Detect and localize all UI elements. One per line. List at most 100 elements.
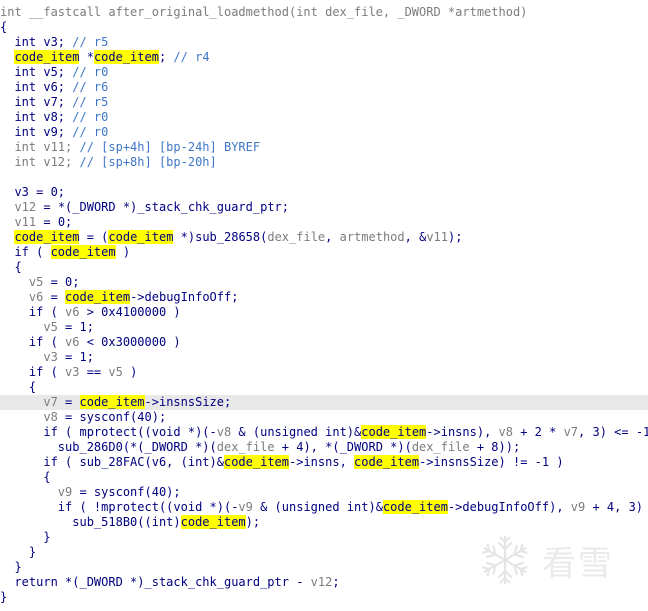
code-token[interactable]: v9 <box>238 500 252 514</box>
code-line[interactable]: v8 = sysconf(40); <box>0 410 648 425</box>
code-token: if ( <box>0 335 66 349</box>
code-token[interactable]: dex_file <box>217 440 275 454</box>
code-line[interactable]: if ( mprotect((void *)(-v8 & (unsigned i… <box>0 425 648 440</box>
code-token: if ( <box>0 245 51 259</box>
code-line[interactable]: if ( code_item ) <box>0 245 648 260</box>
code-token[interactable]: v3 <box>43 350 57 364</box>
code-token: ->insns), <box>426 425 499 439</box>
code-token[interactable]: int __fastcall after_original_loadmethod… <box>0 5 527 19</box>
code-token[interactable]: dex_file <box>412 440 470 454</box>
pseudocode-view[interactable]: int __fastcall after_original_loadmethod… <box>0 0 648 611</box>
code-line[interactable] <box>0 170 648 185</box>
code-token[interactable]: v3 <box>65 365 79 379</box>
code-token[interactable]: v5 <box>29 275 43 289</box>
code-token[interactable]: v6 <box>65 335 79 349</box>
code-token: { <box>0 380 37 394</box>
code-line[interactable]: code_item *code_item; // r4 <box>0 50 648 65</box>
code-line[interactable]: { <box>0 470 648 485</box>
code-line[interactable]: int __fastcall after_original_loadmethod… <box>0 5 648 20</box>
code-token[interactable]: v6 <box>65 305 79 319</box>
code-token[interactable]: v6 <box>29 290 43 304</box>
code-token: } <box>0 590 8 604</box>
code-line[interactable]: { <box>0 260 648 275</box>
code-line[interactable]: v9 = sysconf(40); <box>0 485 648 500</box>
code-line[interactable]: if ( v6 < 0x3000000 ) <box>0 335 648 350</box>
code-token: sub_286D0(*(_DWORD *)( <box>0 440 217 454</box>
code-line[interactable]: int v6; // r6 <box>0 80 648 95</box>
code-line[interactable]: v12 = *(_DWORD *)_stack_chk_guard_ptr; <box>0 200 648 215</box>
code-token[interactable]: v8 <box>499 425 513 439</box>
code-token[interactable]: int v11; <box>0 140 79 154</box>
highlighted-identifier[interactable]: code_item <box>14 230 80 244</box>
code-token[interactable]: v8 <box>217 425 231 439</box>
code-line[interactable]: int v9; // r0 <box>0 125 648 140</box>
code-comment: // r5 <box>72 35 109 49</box>
code-line[interactable]: { <box>0 20 648 35</box>
highlighted-identifier[interactable]: code_item <box>223 455 289 469</box>
code-token[interactable]: dex_file <box>267 230 325 244</box>
code-token: ) <box>122 365 138 379</box>
code-line[interactable]: v11 = 0; <box>0 215 648 230</box>
code-token: + 2 * <box>512 425 564 439</box>
code-line[interactable]: v3 = 0; <box>0 185 648 200</box>
code-line[interactable]: if ( v6 > 0x4100000 ) <box>0 305 648 320</box>
code-token[interactable]: v5 <box>108 365 122 379</box>
code-line[interactable]: int v12; // [sp+8h] [bp-20h] <box>0 155 648 170</box>
code-line[interactable]: if ( sub_28FAC(v6, (int)&code_item->insn… <box>0 455 648 470</box>
code-token[interactable]: v5 <box>43 320 57 334</box>
code-token: ); <box>245 515 261 529</box>
code-line[interactable]: code_item = (code_item *)sub_28658(dex_f… <box>0 230 648 245</box>
code-token[interactable]: v9 <box>571 500 585 514</box>
code-line[interactable]: if ( !mprotect((void *)(-v9 & (unsigned … <box>0 500 648 515</box>
code-token[interactable]: v7 <box>43 395 57 409</box>
highlighted-identifier[interactable]: code_item <box>354 455 420 469</box>
highlighted-identifier[interactable]: code_item <box>65 290 131 304</box>
code-token[interactable]: v12 <box>311 575 333 589</box>
highlighted-identifier[interactable]: code_item <box>108 230 174 244</box>
code-line[interactable]: int v3; // r5 <box>0 35 648 50</box>
code-token[interactable]: artmethod <box>340 230 405 244</box>
code-line[interactable]: { <box>0 380 648 395</box>
code-token[interactable]: v11 <box>426 230 448 244</box>
code-token[interactable]: v7 <box>564 425 578 439</box>
code-token[interactable]: v12 <box>14 200 36 214</box>
code-line[interactable]: v5 = 0; <box>0 275 648 290</box>
code-token: < 0x3000000 ) <box>79 335 181 349</box>
highlighted-identifier[interactable]: code_item <box>180 515 246 529</box>
code-token: = 0; <box>36 215 73 229</box>
code-line[interactable]: v3 = 1; <box>0 350 648 365</box>
highlighted-identifier[interactable]: code_item <box>361 425 427 439</box>
highlighted-identifier[interactable]: code_item <box>93 50 159 64</box>
code-token[interactable]: v9 <box>58 485 72 499</box>
code-line[interactable]: int v5; // r0 <box>0 65 648 80</box>
code-line[interactable]: int v11; // [sp+4h] [bp-24h] BYREF <box>0 140 648 155</box>
code-line[interactable]: sub_286D0(*(_DWORD *)(dex_file + 4), *(_… <box>0 440 648 455</box>
code-line[interactable]: int v8; // r0 <box>0 110 648 125</box>
code-comment: // r5 <box>72 95 109 109</box>
highlighted-identifier[interactable]: code_item <box>79 395 145 409</box>
code-line[interactable]: v6 = code_item->debugInfoOff; <box>0 290 648 305</box>
code-token: if ( mprotect((void *)(- <box>0 425 217 439</box>
code-token: = 0; <box>43 275 80 289</box>
highlighted-identifier[interactable]: code_item <box>50 245 116 259</box>
code-token[interactable]: v11 <box>14 215 36 229</box>
highlighted-identifier[interactable]: code_item <box>14 50 80 64</box>
code-token: } <box>0 530 51 544</box>
highlighted-identifier[interactable]: code_item <box>382 500 448 514</box>
code-line[interactable]: v7 = code_item->insnsSize; <box>0 395 648 410</box>
code-token: ; <box>158 50 174 64</box>
code-line[interactable]: } <box>0 590 648 605</box>
code-token: = *(_DWORD *)_stack_chk_guard_ptr; <box>36 200 290 214</box>
code-token: int v9; <box>0 125 73 139</box>
code-line[interactable]: if ( v3 == v5 ) <box>0 365 648 380</box>
code-token[interactable]: int v12; <box>0 155 79 169</box>
code-token[interactable]: v8 <box>43 410 57 424</box>
code-line[interactable]: sub_518B0((int)code_item); <box>0 515 648 530</box>
code-line[interactable]: v5 = 1; <box>0 320 648 335</box>
code-line[interactable]: int v7; // r5 <box>0 95 648 110</box>
